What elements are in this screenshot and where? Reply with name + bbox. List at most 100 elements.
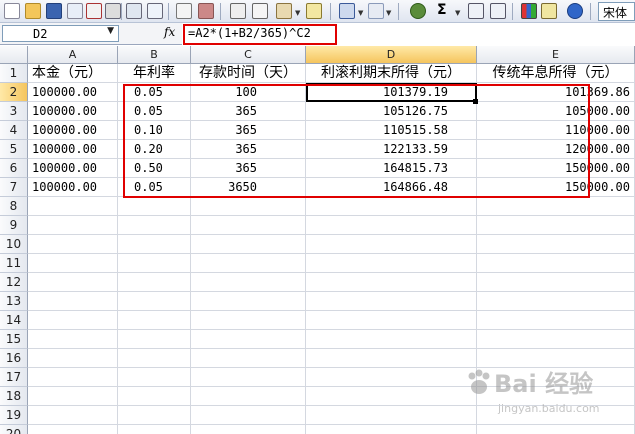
empty-cell[interactable] bbox=[191, 387, 306, 406]
empty-cell[interactable] bbox=[477, 235, 635, 254]
sort-ascending-icon[interactable] bbox=[468, 3, 484, 19]
empty-cell[interactable] bbox=[118, 406, 191, 425]
row-header[interactable]: 2 bbox=[0, 83, 28, 102]
print-icon[interactable] bbox=[105, 3, 121, 19]
font-name-select[interactable]: 宋体 bbox=[598, 2, 635, 21]
format-painter-icon[interactable] bbox=[306, 3, 322, 19]
permission-icon[interactable] bbox=[67, 3, 83, 19]
empty-cell[interactable] bbox=[306, 235, 477, 254]
redo-dropdown-icon[interactable]: ▼ bbox=[386, 9, 391, 17]
empty-cell[interactable] bbox=[306, 311, 477, 330]
new-icon[interactable] bbox=[4, 3, 20, 19]
empty-cell[interactable] bbox=[118, 235, 191, 254]
spelling-icon[interactable] bbox=[147, 3, 163, 19]
empty-cell[interactable] bbox=[191, 292, 306, 311]
empty-cell[interactable] bbox=[118, 197, 191, 216]
empty-cell[interactable] bbox=[306, 216, 477, 235]
empty-cell[interactable] bbox=[306, 387, 477, 406]
empty-cell[interactable] bbox=[191, 425, 306, 434]
paste-icon[interactable] bbox=[276, 3, 292, 19]
column-header-d[interactable]: D bbox=[306, 46, 477, 64]
empty-cell[interactable] bbox=[28, 330, 118, 349]
empty-cell[interactable] bbox=[28, 311, 118, 330]
cell-e6[interactable]: 150000.00 bbox=[477, 159, 635, 178]
cell-c4[interactable]: 365 bbox=[191, 121, 306, 140]
hyperlink-icon[interactable] bbox=[410, 3, 426, 19]
chart-wizard-icon[interactable] bbox=[521, 3, 537, 19]
cell-d6[interactable]: 164815.73 bbox=[306, 159, 477, 178]
empty-cell[interactable] bbox=[477, 330, 635, 349]
header-cell-c[interactable]: 存款时间（天） bbox=[191, 64, 306, 83]
row-header[interactable]: 18 bbox=[0, 387, 28, 406]
cell-c5[interactable]: 365 bbox=[191, 140, 306, 159]
empty-cell[interactable] bbox=[28, 406, 118, 425]
header-cell-d[interactable]: 利滚利期末所得（元） bbox=[306, 64, 477, 83]
empty-cell[interactable] bbox=[306, 197, 477, 216]
empty-cell[interactable] bbox=[306, 368, 477, 387]
cell-a3[interactable]: 100000.00 bbox=[28, 102, 118, 121]
cell-b3[interactable]: 0.05 bbox=[118, 102, 191, 121]
empty-cell[interactable] bbox=[28, 425, 118, 434]
empty-cell[interactable] bbox=[191, 406, 306, 425]
open-icon[interactable] bbox=[25, 3, 41, 19]
cell-c2[interactable]: 100 bbox=[191, 83, 306, 102]
chevron-down-icon[interactable]: ▼ bbox=[107, 26, 114, 36]
save-icon[interactable] bbox=[46, 3, 62, 19]
empty-cell[interactable] bbox=[28, 254, 118, 273]
row-header[interactable]: 20 bbox=[0, 425, 28, 434]
cell-e3[interactable]: 105000.00 bbox=[477, 102, 635, 121]
row-header[interactable]: 19 bbox=[0, 406, 28, 425]
row-header[interactable]: 12 bbox=[0, 273, 28, 292]
empty-cell[interactable] bbox=[191, 349, 306, 368]
empty-cell[interactable] bbox=[306, 292, 477, 311]
row-header[interactable]: 10 bbox=[0, 235, 28, 254]
paste-dropdown-icon[interactable]: ▼ bbox=[295, 9, 300, 17]
cell-c7[interactable]: 3650 bbox=[191, 178, 306, 197]
cell-c6[interactable]: 365 bbox=[191, 159, 306, 178]
row-header[interactable]: 5 bbox=[0, 140, 28, 159]
row-header[interactable]: 17 bbox=[0, 368, 28, 387]
cut-icon[interactable] bbox=[230, 3, 246, 19]
empty-cell[interactable] bbox=[477, 254, 635, 273]
cell-d3[interactable]: 105126.75 bbox=[306, 102, 477, 121]
drawing-icon[interactable] bbox=[541, 3, 557, 19]
row-header[interactable]: 9 bbox=[0, 216, 28, 235]
research-icon[interactable] bbox=[176, 3, 192, 19]
name-box[interactable]: D2 ▼ bbox=[2, 25, 119, 42]
row-header[interactable]: 6 bbox=[0, 159, 28, 178]
row-header[interactable]: 7 bbox=[0, 178, 28, 197]
empty-cell[interactable] bbox=[28, 387, 118, 406]
empty-cell[interactable] bbox=[306, 425, 477, 434]
row-header[interactable]: 13 bbox=[0, 292, 28, 311]
empty-cell[interactable] bbox=[191, 197, 306, 216]
row-header[interactable]: 4 bbox=[0, 121, 28, 140]
cell-c3[interactable]: 365 bbox=[191, 102, 306, 121]
row-header[interactable]: 15 bbox=[0, 330, 28, 349]
empty-cell[interactable] bbox=[191, 311, 306, 330]
empty-cell[interactable] bbox=[477, 216, 635, 235]
empty-cell[interactable] bbox=[118, 216, 191, 235]
cell-b7[interactable]: 0.05 bbox=[118, 178, 191, 197]
cell-d2[interactable]: 101379.19 bbox=[306, 83, 477, 102]
redo-icon[interactable] bbox=[368, 3, 384, 19]
cell-a4[interactable]: 100000.00 bbox=[28, 121, 118, 140]
row-header[interactable]: 14 bbox=[0, 311, 28, 330]
empty-cell[interactable] bbox=[306, 273, 477, 292]
insert-function-icon[interactable]: fx bbox=[164, 25, 175, 39]
cell-e7[interactable]: 150000.00 bbox=[477, 178, 635, 197]
empty-cell[interactable] bbox=[28, 273, 118, 292]
cell-d5[interactable]: 122133.59 bbox=[306, 140, 477, 159]
autosum-dropdown-icon[interactable]: ▼ bbox=[455, 9, 460, 17]
empty-cell[interactable] bbox=[191, 216, 306, 235]
cell-b4[interactable]: 0.10 bbox=[118, 121, 191, 140]
empty-cell[interactable] bbox=[118, 368, 191, 387]
header-cell-b[interactable]: 年利率 bbox=[118, 64, 191, 83]
column-header-c[interactable]: C bbox=[191, 46, 306, 64]
empty-cell[interactable] bbox=[28, 216, 118, 235]
empty-cell[interactable] bbox=[477, 292, 635, 311]
empty-cell[interactable] bbox=[28, 197, 118, 216]
cell-a6[interactable]: 100000.00 bbox=[28, 159, 118, 178]
cell-a7[interactable]: 100000.00 bbox=[28, 178, 118, 197]
header-cell-e[interactable]: 传统年息所得（元） bbox=[477, 64, 635, 83]
header-cell-a[interactable]: 本金（元） bbox=[28, 64, 118, 83]
